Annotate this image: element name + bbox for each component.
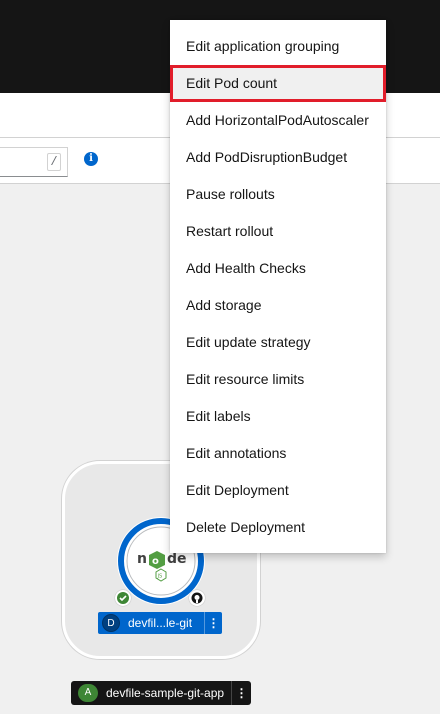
application-type-badge: A xyxy=(78,684,98,702)
menu-item-edit-annotations[interactable]: Edit annotations xyxy=(170,435,386,472)
menu-item-edit-deployment[interactable]: Edit Deployment xyxy=(170,472,386,509)
menu-item-edit-resource-limits[interactable]: Edit resource limits xyxy=(170,361,386,398)
menu-item-add-hpa[interactable]: Add HorizontalPodAutoscaler xyxy=(170,102,386,139)
info-circle-icon[interactable]: i xyxy=(84,152,98,166)
menu-item-edit-labels[interactable]: Edit labels xyxy=(170,398,386,435)
deployment-type-badge: D xyxy=(102,614,120,632)
menu-item-edit-application-grouping[interactable]: Edit application grouping xyxy=(170,28,386,65)
menu-item-add-pdb[interactable]: Add PodDisruptionBudget xyxy=(170,139,386,176)
svg-text:n: n xyxy=(137,551,147,567)
github-icon xyxy=(191,592,203,604)
kebab-menu-icon[interactable]: ⋮ xyxy=(231,681,251,705)
menu-item-pause-rollouts[interactable]: Pause rollouts xyxy=(170,176,386,213)
workload-name: devfil...le-git xyxy=(128,616,193,630)
svg-text:JS: JS xyxy=(157,574,163,580)
menu-item-edit-update-strategy[interactable]: Edit update strategy xyxy=(170,324,386,361)
application-name: devfile-sample-git-app xyxy=(106,686,225,700)
keyboard-shortcut-hint: / xyxy=(47,153,61,171)
context-menu: Edit application grouping Edit Pod count… xyxy=(170,20,386,553)
workload-label[interactable]: D devfil...le-git ⋮ xyxy=(98,612,222,634)
menu-item-delete-deployment[interactable]: Delete Deployment xyxy=(170,509,386,546)
application-label[interactable]: A devfile-sample-git-app ⋮ xyxy=(71,681,251,705)
kebab-menu-icon[interactable]: ⋮ xyxy=(204,612,222,634)
menu-item-add-health-checks[interactable]: Add Health Checks xyxy=(170,250,386,287)
menu-item-add-storage[interactable]: Add storage xyxy=(170,287,386,324)
search-input[interactable]: / xyxy=(0,147,68,177)
menu-item-edit-pod-count[interactable]: Edit Pod count xyxy=(170,65,386,102)
build-status-badge[interactable] xyxy=(115,590,131,606)
check-circle-icon xyxy=(117,592,129,604)
svg-text:de: de xyxy=(167,551,187,567)
source-code-badge[interactable] xyxy=(189,590,205,606)
svg-text:o: o xyxy=(152,556,159,567)
menu-item-restart-rollout[interactable]: Restart rollout xyxy=(170,213,386,250)
